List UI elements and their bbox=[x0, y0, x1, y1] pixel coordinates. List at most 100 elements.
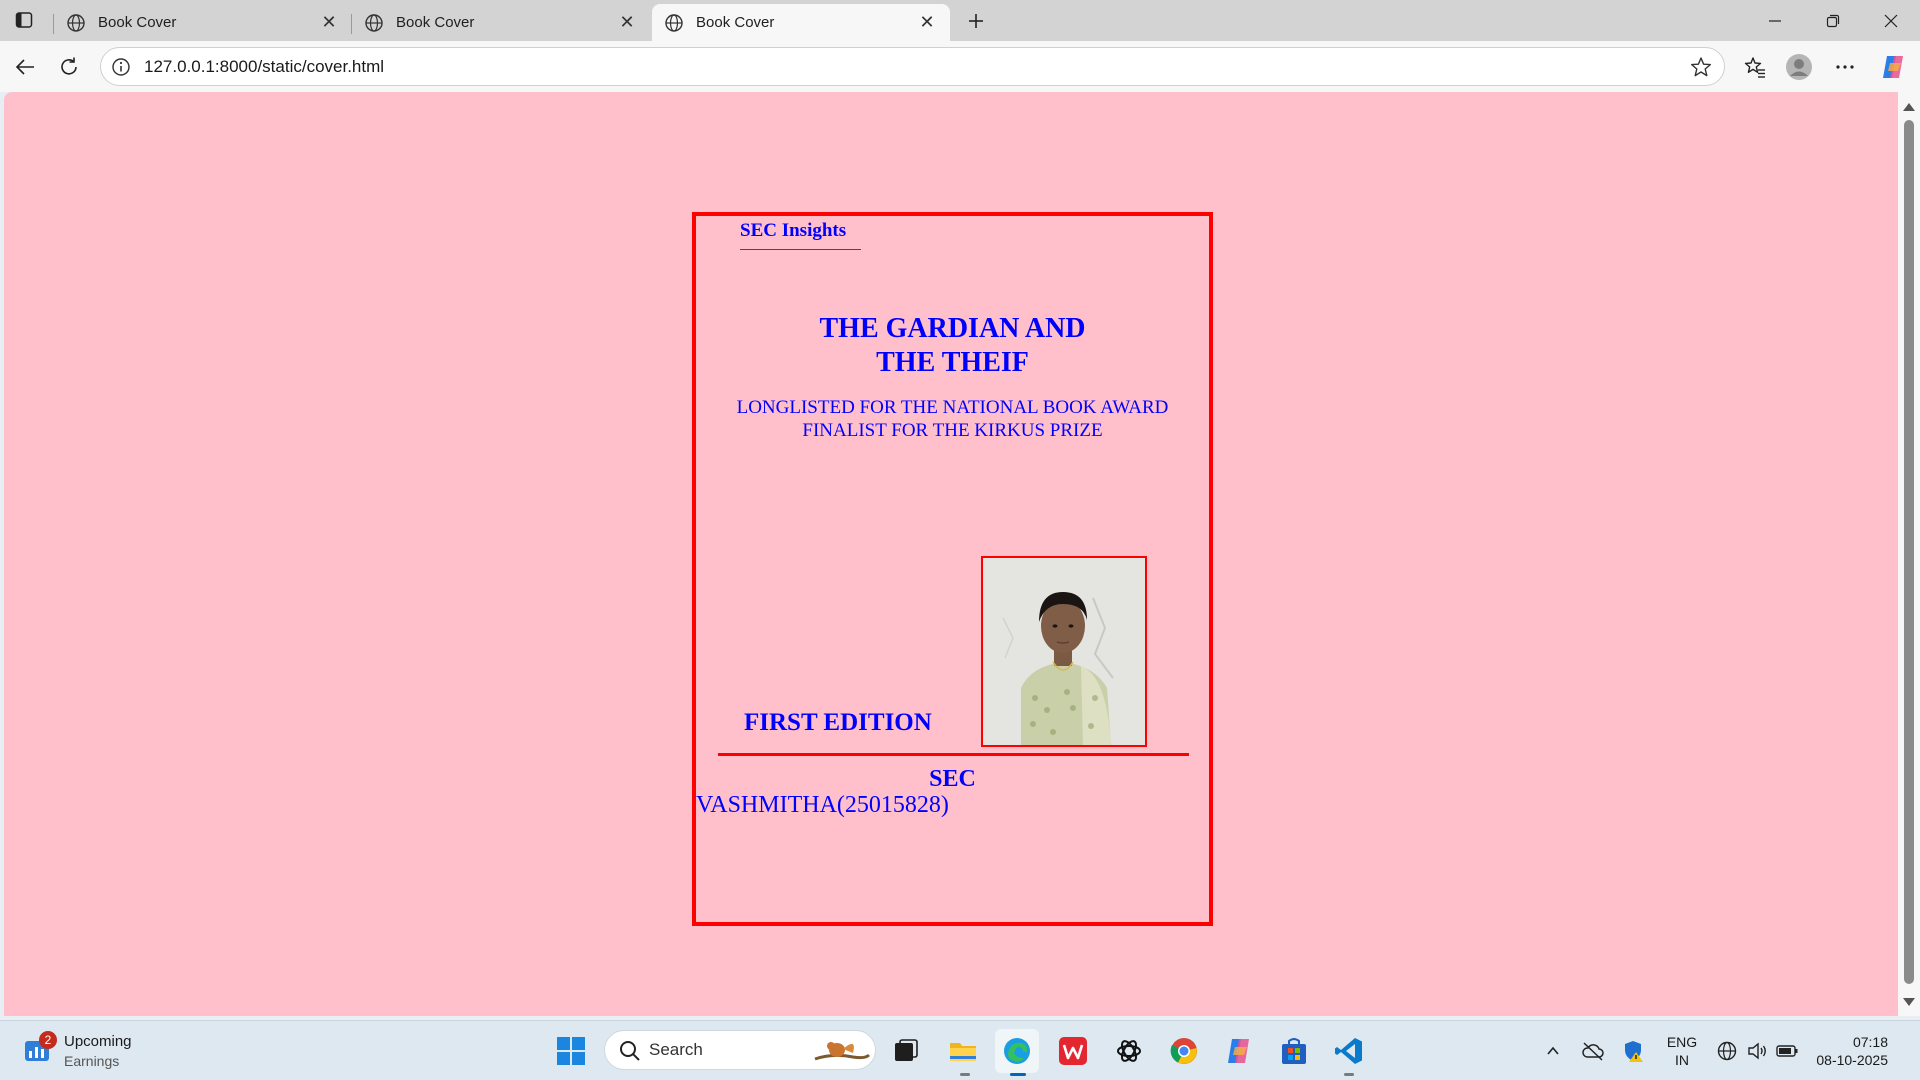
language-code: ENG bbox=[1666, 1034, 1698, 1050]
widgets-button[interactable]: 2 Upcoming Earnings bbox=[24, 1031, 184, 1073]
wps-office-button[interactable] bbox=[1056, 1034, 1090, 1068]
refresh-button[interactable] bbox=[52, 50, 86, 84]
chatgpt-button[interactable] bbox=[1112, 1034, 1146, 1068]
input-language-indicator[interactable]: ENG IN bbox=[1664, 1033, 1700, 1069]
task-view-button[interactable] bbox=[889, 1034, 923, 1068]
show-hidden-icons-button[interactable] bbox=[1536, 1034, 1570, 1068]
author-name: VASHMITHA(25015828) bbox=[696, 792, 949, 818]
book-title-line-2: THE THEIF bbox=[876, 347, 1029, 378]
running-indicator bbox=[960, 1073, 970, 1076]
book-cover: SEC Insights THE GARDIAN AND THE THEIF L… bbox=[692, 212, 1213, 926]
taskbar-search[interactable]: Search bbox=[604, 1030, 876, 1070]
tab-book-cover-1[interactable]: Book Cover ✕ bbox=[53, 4, 352, 41]
copilot-icon bbox=[1228, 1039, 1249, 1063]
award-notes: LONGLISTED FOR THE NATIONAL BOOK AWARD F… bbox=[696, 396, 1209, 442]
copilot-app-button[interactable] bbox=[1222, 1034, 1256, 1068]
close-tab-icon[interactable]: ✕ bbox=[916, 12, 938, 34]
tab-actions-button[interactable] bbox=[8, 6, 40, 34]
start-button[interactable] bbox=[554, 1034, 588, 1068]
search-placeholder: Search bbox=[649, 1040, 703, 1059]
chrome-icon bbox=[1170, 1038, 1197, 1064]
vscode-icon bbox=[1335, 1038, 1362, 1064]
clock-date: 08-10-2025 bbox=[1816, 1052, 1888, 1068]
microsoft-store-button[interactable] bbox=[1277, 1034, 1311, 1068]
back-button[interactable] bbox=[8, 50, 42, 84]
profile-button[interactable] bbox=[1782, 50, 1816, 84]
tab-book-cover-3[interactable]: Book Cover ✕ bbox=[652, 4, 950, 41]
book-title: THE GARDIAN AND THE THEIF bbox=[696, 312, 1209, 380]
chrome-button[interactable] bbox=[1167, 1034, 1201, 1068]
windows-icon bbox=[557, 1037, 585, 1065]
address-bar[interactable]: 127.0.0.1:8000/static/cover.html bbox=[100, 47, 1725, 86]
author-portrait-image bbox=[983, 558, 1145, 745]
vscode-button[interactable] bbox=[1332, 1034, 1366, 1068]
cloud-offline-icon bbox=[1582, 1042, 1604, 1061]
arrow-left-icon bbox=[15, 59, 34, 75]
volume-button[interactable] bbox=[1740, 1034, 1774, 1068]
publisher-name: SEC bbox=[929, 766, 976, 792]
notification-badge: 2 bbox=[39, 1031, 57, 1049]
page-scrollbar[interactable] bbox=[1898, 92, 1920, 1016]
battery-icon bbox=[1776, 1045, 1798, 1057]
restore-button[interactable] bbox=[1804, 0, 1862, 41]
new-tab-button[interactable] bbox=[960, 6, 992, 36]
active-app-indicator bbox=[1010, 1073, 1026, 1076]
close-icon bbox=[1884, 14, 1898, 27]
publisher-brand: SEC Insights bbox=[740, 220, 861, 250]
tab-title: Book Cover bbox=[396, 14, 475, 31]
globe-icon bbox=[365, 13, 383, 32]
award-line-2: FINALIST FOR THE KIRKUS PRIZE bbox=[802, 420, 1103, 441]
wps-office-icon bbox=[1059, 1037, 1087, 1065]
store-icon bbox=[1282, 1038, 1306, 1064]
edition-label: FIRST EDITION bbox=[744, 709, 932, 736]
minimize-icon bbox=[1769, 19, 1781, 22]
book-title-line-1: THE GARDIAN AND bbox=[819, 313, 1086, 344]
scroll-up-arrow[interactable] bbox=[1903, 103, 1915, 111]
url-text[interactable]: 127.0.0.1:8000/static/cover.html bbox=[144, 48, 384, 85]
tab-book-cover-2[interactable]: Book Cover ✕ bbox=[351, 4, 650, 41]
restore-icon bbox=[1826, 14, 1840, 27]
award-line-1: LONGLISTED FOR THE NATIONAL BOOK AWARD bbox=[736, 397, 1169, 418]
cover-divider bbox=[718, 753, 1189, 756]
sidebar-tabs-icon bbox=[15, 12, 33, 28]
widget-title: Upcoming bbox=[64, 1033, 132, 1050]
clock[interactable]: 07:18 08-10-2025 bbox=[1808, 1033, 1888, 1069]
scrollbar-thumb[interactable] bbox=[1904, 120, 1914, 984]
info-icon[interactable] bbox=[111, 57, 131, 77]
onedrive-button[interactable] bbox=[1576, 1034, 1610, 1068]
more-icon bbox=[1836, 65, 1854, 69]
region-code: IN bbox=[1675, 1052, 1689, 1068]
file-explorer-button[interactable] bbox=[946, 1034, 980, 1068]
star-icon[interactable] bbox=[1690, 56, 1712, 78]
globe-icon bbox=[665, 13, 683, 32]
chevron-up-icon bbox=[1547, 1046, 1559, 1055]
close-tab-icon[interactable]: ✕ bbox=[318, 12, 340, 34]
network-button[interactable] bbox=[1710, 1034, 1744, 1068]
scroll-down-arrow[interactable] bbox=[1903, 998, 1915, 1006]
close-tab-icon[interactable]: ✕ bbox=[616, 12, 638, 34]
globe-icon bbox=[67, 13, 85, 32]
search-icon bbox=[620, 1041, 640, 1061]
squirrel-search-highlight-icon bbox=[814, 1042, 871, 1061]
edge-button[interactable] bbox=[995, 1029, 1039, 1073]
widget-subtitle: Earnings bbox=[64, 1053, 120, 1069]
battery-button[interactable] bbox=[1770, 1034, 1804, 1068]
minimize-button[interactable] bbox=[1746, 0, 1804, 41]
windows-security-button[interactable] bbox=[1616, 1034, 1650, 1068]
close-window-button[interactable] bbox=[1862, 0, 1920, 41]
favorites-button[interactable] bbox=[1738, 50, 1772, 84]
folder-icon bbox=[950, 1043, 976, 1061]
shield-warning-icon bbox=[1625, 1041, 1643, 1062]
more-options-button[interactable] bbox=[1828, 50, 1862, 84]
task-view-icon bbox=[895, 1039, 918, 1061]
tab-title: Book Cover bbox=[98, 14, 177, 31]
tab-strip: Book Cover ✕ Book Cover ✕ Book Cover ✕ bbox=[0, 0, 1920, 41]
copilot-button[interactable] bbox=[1876, 50, 1910, 84]
tab-separator bbox=[53, 14, 54, 34]
refresh-icon bbox=[61, 57, 77, 75]
chatgpt-icon bbox=[1117, 1040, 1141, 1062]
page-viewport: SEC Insights THE GARDIAN AND THE THEIF L… bbox=[4, 92, 1898, 1016]
running-indicator bbox=[1344, 1073, 1354, 1076]
edge-icon bbox=[1004, 1038, 1030, 1064]
plus-icon bbox=[969, 14, 983, 28]
